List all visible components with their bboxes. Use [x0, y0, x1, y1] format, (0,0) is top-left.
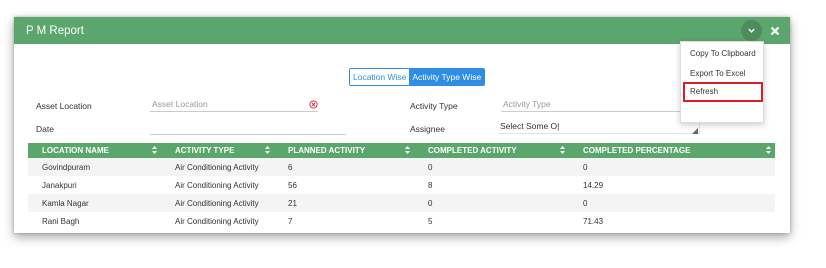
- collapse-button[interactable]: [741, 20, 762, 41]
- pm-report-table: LOCATION NAME ACTIVITY TYPE PLANNED ACTI…: [28, 143, 775, 230]
- column-header-completed-activity[interactable]: COMPLETED ACTIVITY: [414, 143, 569, 158]
- date-label: Date: [36, 124, 54, 134]
- column-header-completed-percentage[interactable]: COMPLETED PERCENTAGE: [569, 143, 775, 158]
- cell-completed-activity: 0: [414, 194, 569, 212]
- column-header-location-name[interactable]: LOCATION NAME: [28, 143, 161, 158]
- cell-activity-type: Air Conditioning Activity: [161, 176, 274, 194]
- column-header-activity-type[interactable]: ACTIVITY TYPE: [161, 143, 274, 158]
- activity-type-label: Activity Type: [410, 101, 458, 111]
- close-icon: [770, 26, 780, 35]
- cell-completed-percentage: 0: [569, 194, 775, 212]
- asset-location-label: Asset Location: [36, 101, 92, 111]
- table-row[interactable]: Janakpuri Air Conditioning Activity 56 8…: [28, 176, 775, 194]
- cell-completed-activity: 0: [414, 158, 569, 176]
- sort-icon[interactable]: [265, 146, 270, 154]
- cell-planned-activity: 6: [274, 158, 414, 176]
- table-header-row: LOCATION NAME ACTIVITY TYPE PLANNED ACTI…: [28, 143, 775, 158]
- export-menu: Copy To Clipboard Export To Excel Refres…: [680, 41, 764, 123]
- activity-type-wise-toggle[interactable]: Activity Type Wise: [409, 69, 485, 85]
- window-title: P M Report: [26, 24, 84, 37]
- assignee-select[interactable]: Select Some O|: [498, 120, 700, 134]
- cell-completed-percentage: 0: [569, 158, 775, 176]
- sort-icon[interactable]: [560, 146, 565, 154]
- chevron-down-icon: [748, 28, 755, 33]
- pm-report-window: P M Report Location Wise Activity Type W…: [14, 17, 790, 233]
- asset-location-input[interactable]: Asset Location: [150, 98, 318, 112]
- highlight-box: [683, 82, 763, 102]
- cell-completed-activity: 5: [414, 212, 569, 230]
- cell-planned-activity: 7: [274, 212, 414, 230]
- date-input[interactable]: [150, 121, 346, 135]
- close-button[interactable]: [768, 24, 782, 38]
- location-wise-toggle[interactable]: Location Wise: [350, 69, 410, 85]
- clear-asset-location-icon[interactable]: [309, 100, 318, 109]
- sort-icon[interactable]: [405, 146, 410, 154]
- cell-completed-activity: 8: [414, 176, 569, 194]
- activity-type-input[interactable]: Activity Type: [501, 98, 691, 112]
- cell-activity-type: Air Conditioning Activity: [161, 158, 274, 176]
- sort-icon[interactable]: [152, 146, 157, 154]
- assignee-label: Assignee: [410, 124, 445, 134]
- menu-item-export-to-excel[interactable]: Export To Excel: [690, 69, 745, 79]
- table-row[interactable]: Rani Bagh Air Conditioning Activity 7 5 …: [28, 212, 775, 230]
- menu-item-copy-to-clipboard[interactable]: Copy To Clipboard: [690, 49, 756, 59]
- table-row[interactable]: Govindpuram Air Conditioning Activity 6 …: [28, 158, 775, 176]
- cell-activity-type: Air Conditioning Activity: [161, 212, 274, 230]
- cell-location-name: Govindpuram: [28, 158, 161, 176]
- cell-completed-percentage: 14.29: [569, 176, 775, 194]
- cell-activity-type: Air Conditioning Activity: [161, 194, 274, 212]
- sort-icon[interactable]: [766, 146, 771, 154]
- title-actions: [741, 20, 782, 41]
- window-titlebar: P M Report: [14, 17, 790, 44]
- column-header-planned-activity[interactable]: PLANNED ACTIVITY: [274, 143, 414, 158]
- cell-location-name: Janakpuri: [28, 176, 161, 194]
- view-toggle: Location Wise Activity Type Wise: [349, 68, 486, 86]
- cell-planned-activity: 56: [274, 176, 414, 194]
- cell-completed-percentage: 71.43: [569, 212, 775, 230]
- cell-location-name: Rani Bagh: [28, 212, 161, 230]
- table-row[interactable]: Kamla Nagar Air Conditioning Activity 21…: [28, 194, 775, 212]
- cell-location-name: Kamla Nagar: [28, 194, 161, 212]
- resize-handle-icon[interactable]: [692, 128, 698, 134]
- cell-planned-activity: 21: [274, 194, 414, 212]
